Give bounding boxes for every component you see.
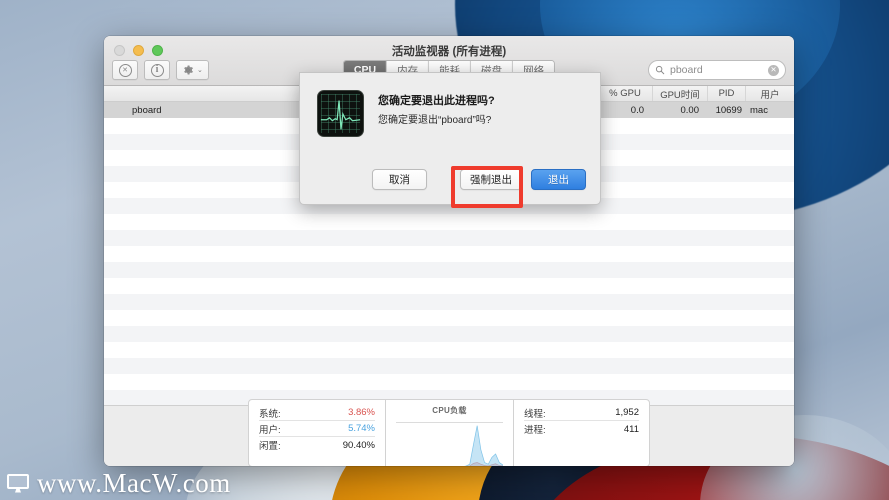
stat-user-value: 5.74% (348, 423, 375, 434)
search-input[interactable]: pboard (670, 64, 763, 76)
monitor-icon-screen (7, 473, 29, 489)
stat-user-label: 用户: (259, 424, 281, 436)
stat-threads: 线程: 1,952 (524, 405, 639, 421)
force-quit-button[interactable]: 强制退出 (460, 169, 522, 190)
chevron-down-icon: ⌄ (197, 66, 203, 74)
cpu-load-column: CPU负载 (386, 400, 514, 466)
stop-circle-icon (118, 63, 132, 77)
activity-monitor-icon (317, 90, 364, 137)
cpu-stats-column: 系统: 3.86% 用户: 5.74% 闲置: 90.40% (249, 400, 386, 466)
cell-user: mac (750, 104, 768, 116)
table-row-empty[interactable] (104, 342, 794, 358)
table-row-empty[interactable] (104, 230, 794, 246)
table-row-empty[interactable] (104, 358, 794, 374)
stat-processes-label: 进程: (524, 425, 546, 436)
stat-user: 用户: 5.74% (259, 421, 375, 437)
cell-pid: 10699 (715, 104, 742, 116)
activity-monitor-icon-trace (320, 100, 361, 130)
column-header-gpu[interactable]: % GPU (598, 86, 653, 101)
cell-gpu: 0.0 (630, 104, 644, 116)
dialog-button-row: 取消 强制退出 退出 (300, 169, 600, 190)
stat-processes-value: 411 (623, 423, 639, 435)
cpu-load-title: CPU负载 (432, 406, 467, 415)
table-row-empty[interactable] (104, 278, 794, 294)
quit-button[interactable]: 退出 (531, 169, 586, 190)
table-row-empty[interactable] (104, 310, 794, 326)
column-header-user[interactable]: 用户 (746, 86, 794, 101)
quit-process-button[interactable] (112, 60, 138, 80)
table-row-empty[interactable] (104, 214, 794, 230)
table-row-empty[interactable] (104, 262, 794, 278)
stat-idle-value: 90.40% (342, 439, 375, 451)
table-row-empty[interactable] (104, 294, 794, 310)
stat-idle: 闲置: 90.40% (259, 437, 375, 453)
summary-panel: 系统: 3.86% 用户: 5.74% 闲置: 90.40% CPU负载 线程:… (248, 399, 650, 466)
table-row-empty[interactable] (104, 326, 794, 342)
window-title: 活动监视器 (所有进程) (391, 46, 507, 58)
cell-gpu-time: 0.00 (680, 104, 700, 116)
counts-column: 线程: 1,952 进程: 411 (514, 400, 649, 466)
monitor-icon (6, 473, 32, 495)
info-circle-icon: i (150, 63, 164, 77)
summary-bar: 系统: 3.86% 用户: 5.74% 闲置: 90.40% CPU负载 线程:… (104, 399, 794, 466)
cpu-load-chart (396, 424, 503, 466)
stat-threads-value: 1,952 (615, 407, 639, 418)
cpu-load-divider (396, 422, 503, 423)
stat-system-label: 系统: (259, 408, 281, 420)
column-header-pid[interactable]: PID (708, 86, 746, 101)
watermark-text: www.MacW.com (37, 468, 231, 498)
table-row-empty[interactable] (104, 374, 794, 390)
stat-system: 系统: 3.86% (259, 405, 375, 421)
watermark: www.MacW.com (6, 470, 231, 497)
stat-processes: 进程: 411 (524, 421, 639, 437)
table-row-empty[interactable] (104, 246, 794, 262)
dialog-title: 您确定要退出此进程吗? (378, 95, 495, 107)
search-field[interactable]: pboard ✕ (648, 60, 786, 80)
quit-confirmation-dialog: 您确定要退出此进程吗? 您确定要退出“pboard”吗? 取消 强制退出 退出 (299, 72, 601, 208)
gear-icon (184, 65, 193, 75)
view-options-button[interactable]: ⌄ (176, 60, 209, 80)
dialog-body: 您确定要退出“pboard”吗? (378, 115, 492, 126)
column-header-gpu-time[interactable]: GPU时间 (653, 86, 708, 101)
inspect-process-button[interactable]: i (144, 60, 170, 80)
activity-monitor-window: 活动监视器 (所有进程) i ⌄ CPU 内存 (104, 36, 794, 466)
cancel-button[interactable]: 取消 (372, 169, 427, 190)
toolbar-button-group: i ⌄ (112, 60, 209, 80)
stat-idle-label: 闲置: (259, 441, 281, 452)
stat-system-value: 3.86% (348, 407, 375, 418)
stat-threads-label: 线程: (524, 408, 546, 420)
clear-search-icon[interactable]: ✕ (768, 64, 779, 76)
search-icon (655, 65, 665, 75)
